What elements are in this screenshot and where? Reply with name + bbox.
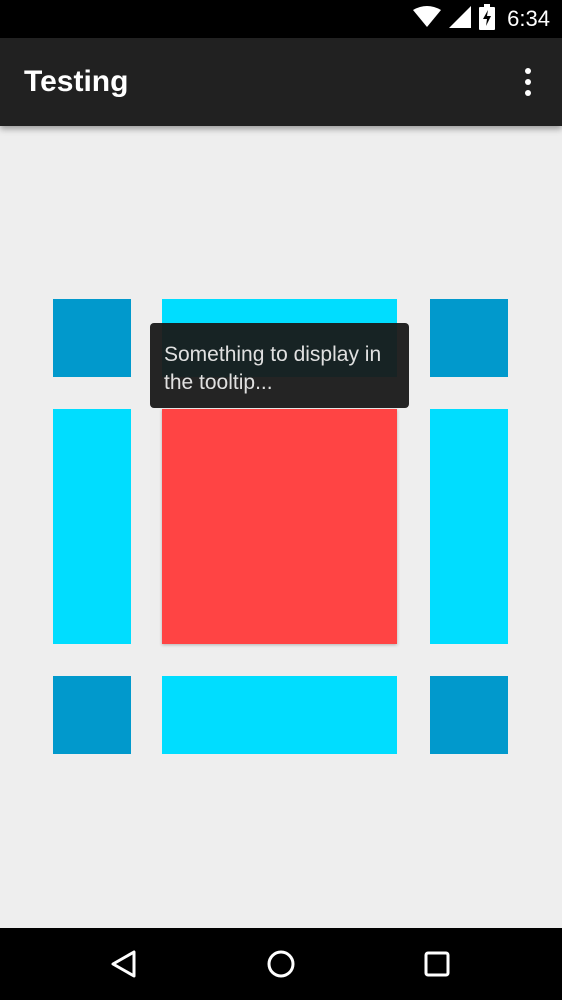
app-bar: Testing <box>0 38 562 126</box>
corner-tile-top-left[interactable] <box>53 299 131 377</box>
signal-icon <box>449 5 472 33</box>
tooltip: Something to display in the tooltip... <box>150 323 409 408</box>
recents-icon[interactable] <box>397 928 477 1000</box>
battery-charging-icon <box>479 3 496 35</box>
app-title: Testing <box>24 65 129 98</box>
wifi-icon <box>413 5 442 33</box>
corner-tile-top-right[interactable] <box>430 299 508 377</box>
status-icons: 6:34 <box>413 0 550 38</box>
status-time: 6:34 <box>507 6 550 31</box>
home-icon[interactable] <box>241 928 321 1000</box>
navigation-bar <box>0 928 562 1000</box>
tooltip-text: Something to display in the tooltip... <box>164 343 382 394</box>
menu-dot <box>525 68 531 74</box>
overflow-menu-icon[interactable] <box>512 66 544 98</box>
menu-dot <box>525 79 531 85</box>
edge-tile-right[interactable] <box>430 409 508 644</box>
status-bar: 6:34 <box>0 0 562 38</box>
menu-dot <box>525 90 531 96</box>
edge-tile-left[interactable] <box>53 409 131 644</box>
corner-tile-bottom-left[interactable] <box>53 676 131 754</box>
center-tile[interactable] <box>162 409 397 644</box>
corner-tile-bottom-right[interactable] <box>430 676 508 754</box>
edge-tile-bottom[interactable] <box>162 676 397 754</box>
back-icon[interactable] <box>84 928 164 1000</box>
